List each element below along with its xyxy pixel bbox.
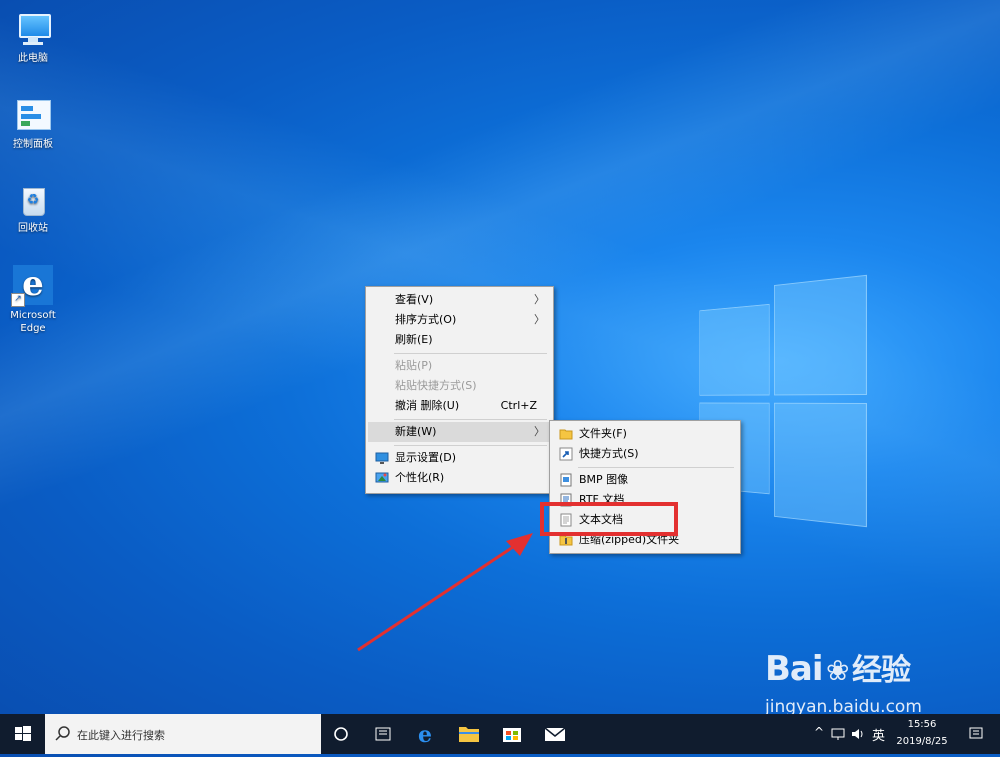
task-view-icon [375,727,391,741]
taskbar: 在此键入进行搜索 e ^ 英 15:56 2019/8/25 [0,714,1000,754]
task-view-button[interactable] [360,714,406,754]
mail-icon [544,727,566,741]
baidu-watermark: Bai ❀ 经验 jingyan.baidu.com [765,645,922,717]
baidu-brand-left: Bai [765,649,824,689]
system-tray: ^ 英 15:56 2019/8/25 [810,714,1000,754]
taskbar-store-button[interactable] [489,714,535,754]
chevron-up-icon[interactable]: ^ [814,725,824,739]
taskbar-mail-button[interactable] [532,714,578,754]
volume-icon[interactable] [850,726,866,742]
notification-center-icon[interactable] [968,726,984,742]
paw-icon: ❀ [826,654,849,687]
search-icon [55,726,70,741]
ime-indicator[interactable]: 英 [872,725,885,744]
svg-text:e: e [418,722,432,748]
taskbar-clock[interactable]: 15:56 2019/8/25 [892,716,952,750]
taskbar-file-explorer-button[interactable] [446,714,492,754]
annotation-arrow [357,533,533,652]
search-placeholder: 在此键入进行搜索 [77,729,165,742]
start-button[interactable] [0,714,46,754]
clock-time: 15:56 [907,719,937,730]
taskbar-edge-button[interactable]: e [403,714,449,754]
edge-browser-icon: e [418,722,432,748]
network-icon[interactable] [830,726,846,742]
clock-date: 2019/8/25 [896,736,948,747]
baidu-brand-right: 经验 [851,653,911,688]
windows-start-icon [15,726,31,741]
taskbar-search-box[interactable]: 在此键入进行搜索 [45,714,321,754]
file-explorer-icon [459,727,479,742]
store-icon [503,728,521,742]
cortana-button[interactable] [318,714,364,754]
cortana-icon [334,727,348,741]
